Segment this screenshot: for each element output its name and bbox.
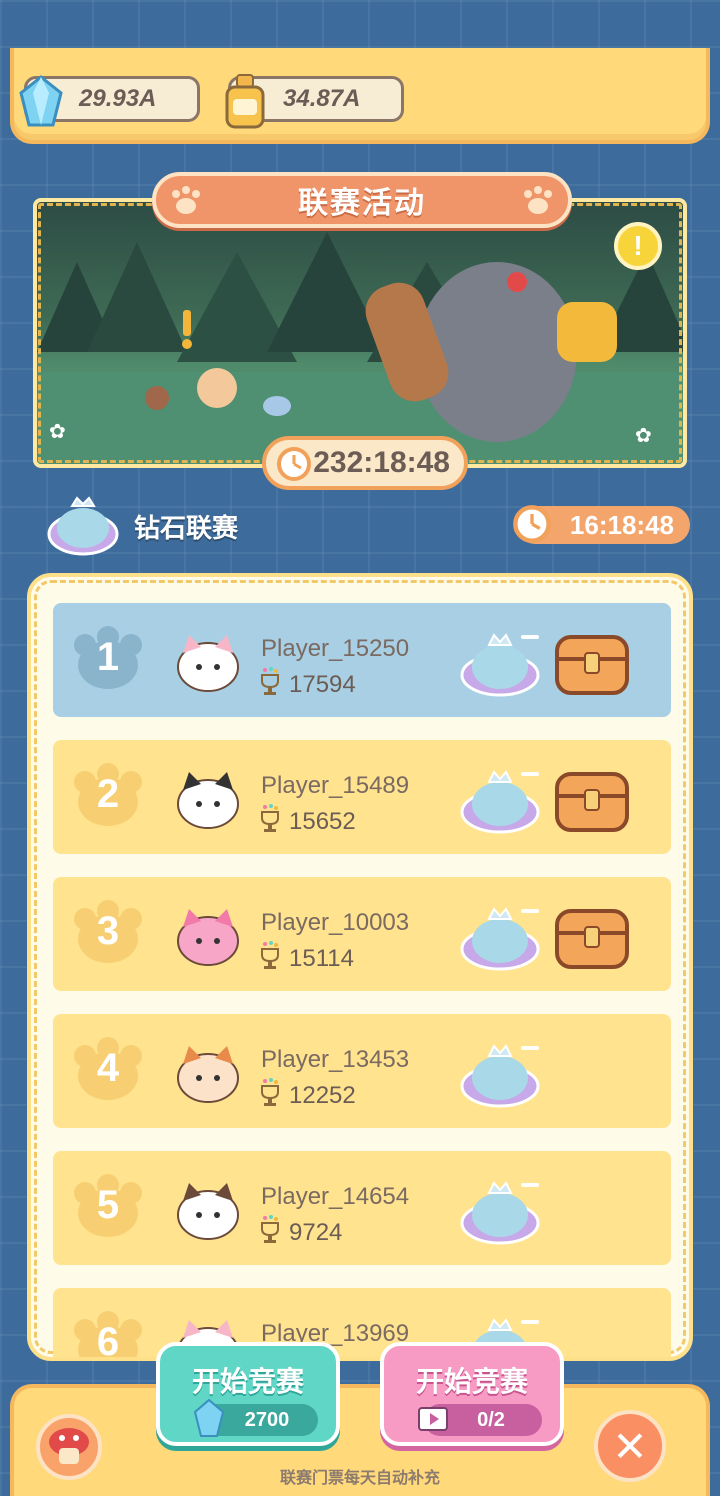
start-race-video-button[interactable]: 开始竞赛 0/2 — [380, 1342, 564, 1446]
trophy-icon — [261, 941, 279, 969]
trophy-icon — [261, 1215, 279, 1243]
gem-cost: 2700 — [193, 1398, 318, 1437]
league-countdown: 16:18:48 — [513, 505, 690, 544]
gem-cost-value: 2700 — [244, 1408, 290, 1431]
rank-number: 1 — [96, 635, 120, 679]
event-title: 联赛活动 — [298, 187, 426, 220]
player-name: Player_15250 — [261, 635, 410, 662]
svg-text:✿: ✿ — [49, 419, 66, 443]
leaderboard[interactable]: 1 Player_15250 17594 2 Player_15489 15652 3 Pla… — [27, 573, 693, 1361]
start-race-label: 开始竞赛 — [191, 1366, 304, 1397]
start-race-label: 开始竞赛 — [415, 1366, 528, 1397]
event-banner[interactable]: ✿ ✿ — [33, 198, 687, 468]
potion-counter[interactable]: 34.87A — [225, 74, 404, 129]
treasure-chest-icon — [555, 909, 629, 969]
leaderboard-row[interactable]: 1 Player_15250 17594 — [53, 603, 671, 717]
leaderboard-row[interactable]: 5 Player_14654 9724 — [53, 1151, 671, 1265]
leaderboard-row[interactable]: 3 Player_10003 15114 — [53, 877, 671, 991]
diamond-counter[interactable]: 29.93A — [19, 75, 200, 127]
event-countdown: 232:18:48 — [262, 436, 468, 490]
slime-reward-icon — [460, 907, 540, 971]
treasure-chest-icon — [555, 772, 629, 832]
clock-icon — [277, 447, 311, 481]
slime-league-icon — [47, 496, 119, 556]
currency-bar: 29.93A 34.87A — [10, 48, 710, 144]
rank-number: 4 — [96, 1046, 120, 1090]
rank-number: 2 — [96, 772, 120, 816]
info-icon[interactable]: ! — [614, 222, 662, 270]
svg-text:✿: ✿ — [635, 423, 652, 447]
calico-cat-avatar — [177, 1046, 239, 1103]
leaderboard-row[interactable]: 6 Player_13969 — [53, 1288, 671, 1361]
pink-cat-avatar — [177, 909, 239, 966]
ticket-refill-note: 联赛门票每天自动补充 — [279, 1470, 440, 1487]
event-scene-illustration: ✿ ✿ — [37, 232, 683, 464]
trophy-icon — [261, 1078, 279, 1106]
event-title-banner: 联赛活动 — [152, 172, 572, 228]
player-score: 9724 — [289, 1219, 343, 1246]
slime-reward-icon — [460, 1181, 540, 1245]
video-icon — [418, 1407, 448, 1431]
video-cost: 0/2 — [418, 1404, 542, 1436]
rank-number: 5 — [96, 1183, 120, 1227]
trophy-icon — [261, 667, 279, 695]
treasure-chest-icon — [555, 635, 629, 695]
rank-number: 3 — [96, 909, 120, 953]
leaderboard-row[interactable]: 2 Player_15489 15652 — [53, 740, 671, 854]
player-score: 15114 — [289, 945, 354, 972]
league-countdown-text: 16:18:48 — [569, 509, 674, 540]
panda-avatar — [177, 1183, 239, 1240]
clock-icon — [513, 505, 551, 543]
player-name: Player_10003 — [261, 909, 410, 936]
player-name: Player_15489 — [261, 772, 410, 799]
player-name: Player_14654 — [261, 1183, 410, 1210]
player-score: 12252 — [289, 1082, 356, 1109]
league-name: 钻石联赛 — [134, 513, 239, 543]
player-name: Player_13453 — [261, 1046, 410, 1073]
diamond-icon — [19, 75, 63, 127]
slime-reward-icon — [460, 770, 540, 834]
potion-bottle-icon — [225, 74, 265, 129]
diamond-icon — [193, 1398, 225, 1437]
video-cost-value: 0/2 — [477, 1408, 505, 1431]
slime-reward-icon — [460, 1044, 540, 1108]
paw-icon — [524, 186, 552, 214]
tuxedo-cat-avatar — [177, 772, 239, 829]
player-score: 15652 — [289, 808, 356, 835]
bunny-avatar — [177, 635, 239, 692]
slime-reward-icon — [460, 633, 540, 697]
start-race-gems-button[interactable]: 开始竞赛 2700 — [156, 1342, 340, 1446]
leaderboard-row[interactable]: 4 Player_13453 12252 — [53, 1014, 671, 1128]
player-score: 17594 — [289, 671, 356, 698]
event-countdown-text: 232:18:48 — [313, 446, 450, 479]
trophy-icon — [261, 804, 279, 832]
rank-number: 6 — [96, 1320, 120, 1361]
paw-icon — [172, 186, 200, 214]
